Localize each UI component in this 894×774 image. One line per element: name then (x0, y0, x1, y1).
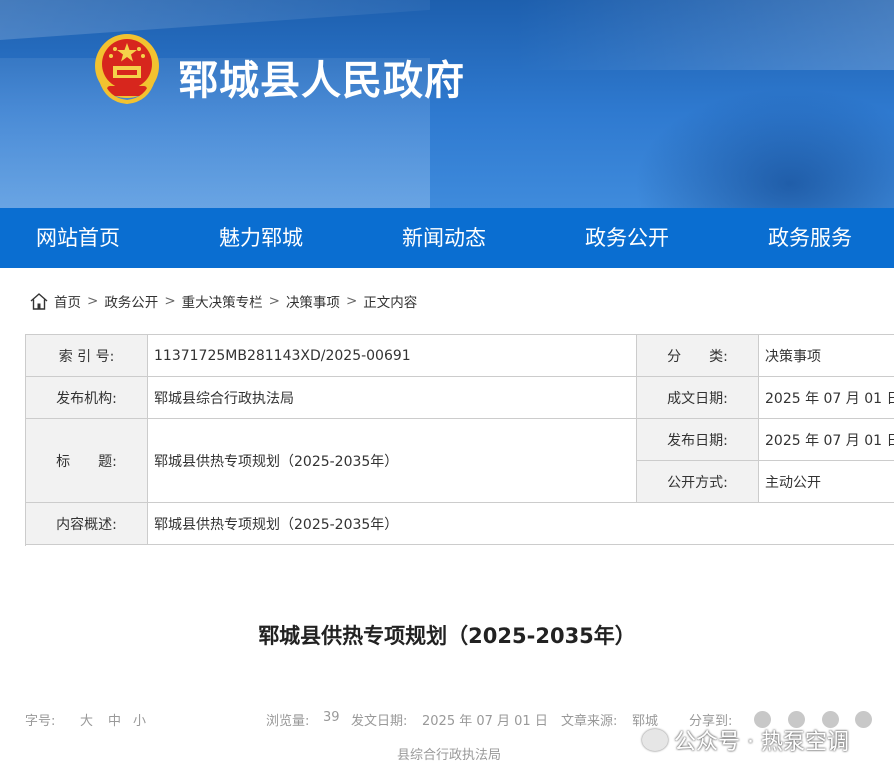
disclosure-value: 主动公开 (759, 461, 894, 503)
index-value: 11371725MB281143XD/2025-00691 (148, 335, 637, 377)
banner-roof (0, 0, 430, 40)
font-size-small[interactable]: 小 (133, 710, 146, 729)
watermark: 公众号 · 热泵空调 (642, 724, 849, 756)
breadcrumb-current: 正文内容 (363, 295, 418, 311)
breadcrumb-decision-items[interactable]: 决策事项 (286, 291, 340, 311)
created-date-value: 2025 年 07 月 01 日 (759, 377, 894, 419)
font-size-medium[interactable]: 中 (108, 710, 121, 729)
summary-value: 郓城县供热专项规划（2025-2035年） (148, 503, 894, 545)
breadcrumb-separator: > (87, 293, 99, 309)
site-title[interactable]: 郓城县人民政府 (178, 48, 465, 106)
main-nav: 网站首页 魅力郓城 新闻动态 政务公开 政务服务 (0, 208, 894, 268)
breadcrumb-separator: > (268, 293, 280, 309)
title-value: 郓城县供热专项规划（2025-2035年） (148, 419, 637, 503)
article-title: 郓城县供热专项规划（2025-2035年） (258, 624, 636, 648)
views-count: 39 (323, 710, 340, 725)
disclosure-label: 公开方式: (637, 461, 759, 503)
views-label: 浏览量: (266, 714, 310, 729)
breadcrumb-separator: > (345, 293, 358, 309)
publish-date-label: 发文日期: (351, 714, 408, 729)
publisher-label: 发布机构: (26, 377, 148, 419)
category-label: 分 类: (637, 335, 759, 377)
title-label: 标 题: (26, 419, 148, 503)
publish-date: 2025 年 07 月 01 日 (422, 714, 548, 729)
header-banner: 郓城县人民政府 (0, 0, 894, 208)
watermark-text: 公众号 · 热泵空调 (674, 730, 849, 755)
nav-item-home[interactable]: 网站首页 (36, 208, 120, 268)
nav-item-charm[interactable]: 魅力郓城 (219, 208, 303, 268)
index-label: 索 引 号: (26, 335, 148, 377)
national-emblem-icon (95, 34, 159, 105)
published-date-label: 发布日期: (637, 419, 759, 461)
banner-sky (514, 0, 894, 70)
nav-item-openness[interactable]: 政务公开 (585, 208, 669, 268)
nav-item-services[interactable]: 政务服务 (768, 208, 852, 268)
breadcrumb-home[interactable]: 首页 (54, 291, 81, 311)
breadcrumb-openness[interactable]: 政务公开 (104, 291, 158, 311)
breadcrumb-separator: > (164, 293, 176, 309)
nav-item-news[interactable]: 新闻动态 (402, 208, 486, 268)
breadcrumb-major-decisions[interactable]: 重大决策专栏 (182, 291, 263, 311)
category-value: 决策事项 (759, 335, 894, 377)
wechat-watermark-icon (642, 729, 668, 751)
source-label: 文章来源: (561, 714, 618, 729)
qzone-share-icon[interactable] (855, 711, 872, 728)
home-icon[interactable] (30, 292, 48, 310)
summary-label: 内容概述: (26, 503, 148, 545)
breadcrumb: 首页 > 政务公开 > 重大决策专栏 > 决策事项 > 正文内容 (30, 291, 417, 311)
font-size-large[interactable]: 大 (80, 710, 93, 729)
source-value-part2: 县综合行政执法局 (397, 748, 502, 763)
banner-trees (634, 88, 894, 208)
publisher-value: 郓城县综合行政执法局 (148, 377, 637, 419)
created-date-label: 成文日期: (637, 377, 759, 419)
metadata-table: 索 引 号: 11371725MB281143XD/2025-00691 分 类… (25, 334, 894, 546)
font-size-label: 字号: (25, 714, 56, 729)
published-date-value: 2025 年 07 月 01 日 (759, 419, 894, 461)
